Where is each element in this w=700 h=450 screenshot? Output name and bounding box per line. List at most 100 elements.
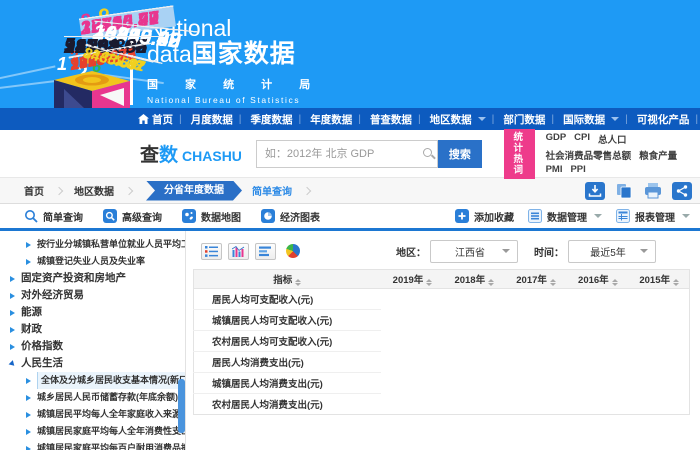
content-area: 按行业分城镇私营单位就业人员平均工资 城镇登记失业人员及失业率 固定资产投资和房… <box>0 231 700 450</box>
nav-item-international[interactable]: 国际数据 <box>545 112 619 127</box>
tree-item-people-livelihood[interactable]: 人民生活 <box>0 355 185 372</box>
print-icon[interactable] <box>643 182 663 200</box>
tree-item-savings[interactable]: 城乡居民人民币储蓄存款(年底余额) <box>0 389 185 406</box>
region-value: 江西省 <box>438 244 502 259</box>
chart-icon <box>261 209 275 223</box>
triangle-icon <box>26 429 31 435</box>
share-icon[interactable] <box>672 182 692 200</box>
search-input[interactable] <box>256 140 438 168</box>
region-select[interactable]: 江西省 <box>430 240 518 263</box>
chevron-right-icon <box>125 186 133 194</box>
column-header-2017[interactable]: 2017年 <box>504 270 566 289</box>
hot-word-grain[interactable]: 粮食产量 <box>639 148 677 162</box>
nav-item-departmental[interactable]: 部门数据 <box>486 112 546 127</box>
triangle-icon <box>10 327 15 333</box>
hot-word-cpi[interactable]: CPI <box>574 132 590 146</box>
tree-item-energy[interactable]: 能源 <box>0 304 185 321</box>
chevron-down-icon <box>478 117 486 121</box>
chevron-down-icon <box>640 249 648 253</box>
breadcrumb-simple-query[interactable]: 简单查询 <box>252 183 292 198</box>
column-header-2016[interactable]: 2016年 <box>566 270 628 289</box>
hot-word-ppi[interactable]: PPI <box>570 164 585 175</box>
view-switcher <box>201 243 303 260</box>
region-label: 地区： <box>396 244 426 259</box>
sort-icon <box>426 279 432 286</box>
download-icon[interactable] <box>585 182 605 200</box>
data-management-button[interactable]: 数据管理 <box>528 209 602 224</box>
nav-item-publications[interactable]: 出版物 <box>689 112 700 127</box>
row-label: 居民人均可支配收入(元) <box>194 289 381 310</box>
tree-item-foreign-trade[interactable]: 对外经济贸易 <box>0 287 185 304</box>
bar-chart-view-button[interactable] <box>255 243 276 260</box>
time-select[interactable]: 最近5年 <box>568 240 656 263</box>
column-chart-view-button[interactable] <box>228 243 249 260</box>
sort-icon <box>673 279 679 286</box>
copy-icon[interactable] <box>614 182 634 200</box>
query-toolbar: 简单查询 高级查询 数据地图 经济图表 添加收藏 数据管理 <box>0 204 700 228</box>
nav-item-regional[interactable]: 地区数据 <box>412 112 486 127</box>
chevron-down-icon <box>594 214 602 218</box>
nav-item-annual[interactable]: 年度数据 <box>292 112 352 127</box>
table-row: 城镇居民人均可支配收入(元) 36545.90 33819.40 31198.0… <box>194 310 690 331</box>
sort-icon <box>612 279 618 286</box>
data-management-icon <box>528 209 542 223</box>
tree-item-income-expenditure[interactable]: 全体及分城乡居民收支基本情况(新口径) <box>0 372 185 389</box>
nav-item-census[interactable]: 普查数据 <box>352 112 412 127</box>
sidebar-scrollbar[interactable] <box>178 379 185 433</box>
column-header-2018[interactable]: 2018年 <box>442 270 504 289</box>
view-controls: 地区： 江西省 时间： 最近5年 <box>193 237 692 265</box>
table-row: 居民人均消费支出(元) 17650.47 15792.02 14459.02 1… <box>194 352 690 373</box>
time-value: 最近5年 <box>576 244 640 259</box>
tree-item-urban-consumption[interactable]: 城镇居民家庭平均每人全年消费性支出 <box>0 423 185 440</box>
hot-word-gdp[interactable]: GDP <box>546 132 567 146</box>
simple-query-button[interactable]: 简单查询 <box>24 209 83 224</box>
tree-item-private-wages[interactable]: 按行业分城镇私营单位就业人员平均工资 <box>0 236 185 253</box>
nav-item-label: 地区数据 <box>430 112 472 127</box>
triangle-icon <box>10 310 15 316</box>
boxed-search-icon <box>103 209 117 223</box>
nav-item-visualization[interactable]: 可视化产品 <box>619 112 689 127</box>
nav-item-label: 国际数据 <box>563 112 605 127</box>
breadcrumb-home[interactable]: 首页 <box>24 183 44 198</box>
list-view-icon <box>205 246 218 257</box>
sort-icon <box>295 279 301 286</box>
add-favorite-button[interactable]: 添加收藏 <box>455 209 514 224</box>
main-nav: 首页 月度数据 季度数据 年度数据 普查数据 地区数据 部门数据 国际数据 可视… <box>0 108 700 130</box>
sort-icon <box>488 279 494 286</box>
hot-word-retail[interactable]: 社会消费品零售总额 <box>546 148 632 162</box>
column-chart-icon <box>232 246 245 257</box>
triangle-icon <box>26 395 31 401</box>
column-header-indicator[interactable]: 指标 <box>194 270 381 289</box>
row-label: 农村居民人均消费支出(元) <box>194 394 381 415</box>
economic-charts-label: 经济图表 <box>280 209 320 224</box>
advanced-query-button[interactable]: 高级查询 <box>103 209 162 224</box>
chevron-down-icon <box>502 249 510 253</box>
column-header-2019[interactable]: 2019年 <box>381 270 443 289</box>
breadcrumb-provincial-annual[interactable]: 分省年度数据 <box>146 181 242 201</box>
breadcrumb: 首页 地区数据 分省年度数据 简单查询 <box>0 177 700 204</box>
data-map-button[interactable]: 数据地图 <box>182 209 241 224</box>
triangle-icon <box>26 446 31 450</box>
hot-words-list: GDP CPI 总人口 社会消费品零售总额 粮食产量 PMI PPI <box>546 132 700 175</box>
tree-item-finance[interactable]: 财政 <box>0 321 185 338</box>
search-group: 搜索 <box>256 140 482 168</box>
tree-item-unemployment[interactable]: 城镇登记失业人员及失业率 <box>0 253 185 270</box>
tree-item-price-index[interactable]: 价格指数 <box>0 338 185 355</box>
tree-item-durable-goods[interactable]: 城镇居民家庭平均每百户耐用消费品拥有量 <box>0 440 185 450</box>
row-label: 居民人均消费支出(元) <box>194 352 381 373</box>
table-view-button[interactable] <box>201 243 222 260</box>
pie-chart-view-button[interactable] <box>282 243 303 260</box>
nav-item-monthly[interactable]: 月度数据 <box>173 112 233 127</box>
tree-item-urban-income-source[interactable]: 城镇居民平均每人全年家庭收入来源 <box>0 406 185 423</box>
nav-item-home[interactable]: 首页 <box>138 112 173 127</box>
breadcrumb-regional-data[interactable]: 地区数据 <box>74 183 114 198</box>
plus-icon <box>455 209 469 223</box>
column-header-2015[interactable]: 2015年 <box>628 270 690 289</box>
nav-item-quarterly[interactable]: 季度数据 <box>233 112 293 127</box>
search-button[interactable]: 搜索 <box>438 140 482 168</box>
economic-charts-button[interactable]: 经济图表 <box>261 209 320 224</box>
report-management-button[interactable]: 报表管理 <box>616 209 690 224</box>
tree-item-fixed-assets[interactable]: 固定资产投资和房地产 <box>0 270 185 287</box>
hot-word-population[interactable]: 总人口 <box>598 132 627 146</box>
hot-word-pmi[interactable]: PMI <box>546 164 563 175</box>
